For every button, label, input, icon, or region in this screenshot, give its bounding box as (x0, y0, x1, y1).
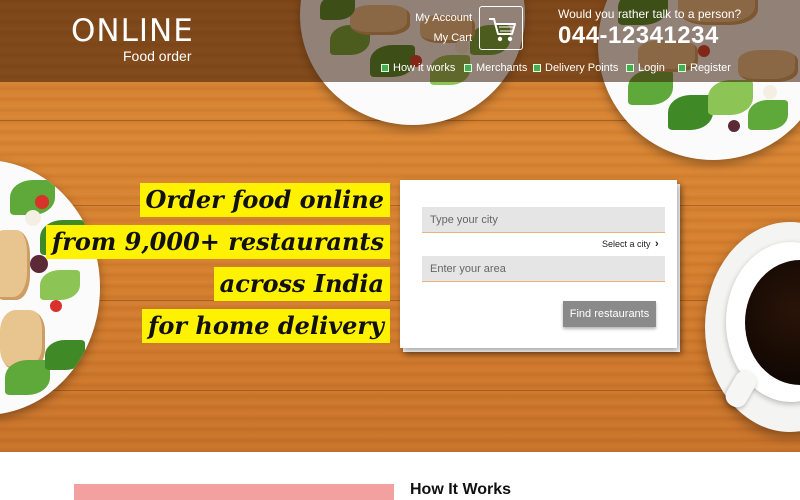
headline-line: Order food online (139, 183, 390, 217)
brand-title[interactable]: ONLINE (71, 13, 194, 49)
chevron-right-icon: › (655, 238, 659, 250)
area-input[interactable] (422, 256, 665, 282)
select-city-label: Select a city (602, 239, 651, 249)
promo-block (74, 484, 394, 500)
headline-line: from 9,000+ restaurants (45, 225, 390, 259)
nav-item-label: Login (638, 62, 665, 74)
headline-line: for home delivery (142, 309, 390, 343)
brand-subtitle: Food order (123, 48, 192, 64)
city-input[interactable] (422, 207, 665, 233)
talk-prompt: Would you rather talk to a person? (558, 7, 742, 21)
nav-bullet-icon (381, 64, 389, 72)
nav-item-label: Register (690, 62, 731, 74)
nav-item-merchants[interactable]: Merchants (464, 62, 527, 74)
cart-button[interactable] (479, 6, 523, 50)
my-account-link[interactable]: My Account (415, 12, 472, 24)
salad-plate-image (0, 160, 100, 415)
nav-item-how-it-works[interactable]: How it works (381, 62, 455, 74)
nav-item-label: Merchants (476, 62, 528, 74)
nav-bullet-icon (626, 64, 634, 72)
my-cart-link[interactable]: My Cart (434, 32, 473, 44)
cart-icon (489, 18, 516, 42)
nav-item-label: How it works (393, 62, 456, 74)
nav-item-delivery-points[interactable]: Delivery Points (533, 62, 618, 74)
phone-number[interactable]: 044-12341234 (558, 22, 719, 50)
nav-bullet-icon (533, 64, 541, 72)
select-city-link[interactable]: Select a city › (602, 238, 659, 250)
nav-item-label: Delivery Points (545, 62, 619, 74)
headline-line: across India (213, 267, 390, 301)
how-it-works-heading: How It Works (410, 481, 512, 498)
find-restaurants-button[interactable]: Find restaurants (563, 301, 656, 327)
nav-item-login[interactable]: Login (626, 62, 665, 74)
nav-bullet-icon (464, 64, 472, 72)
nav-item-register[interactable]: Register (678, 62, 731, 74)
nav-bullet-icon (678, 64, 686, 72)
